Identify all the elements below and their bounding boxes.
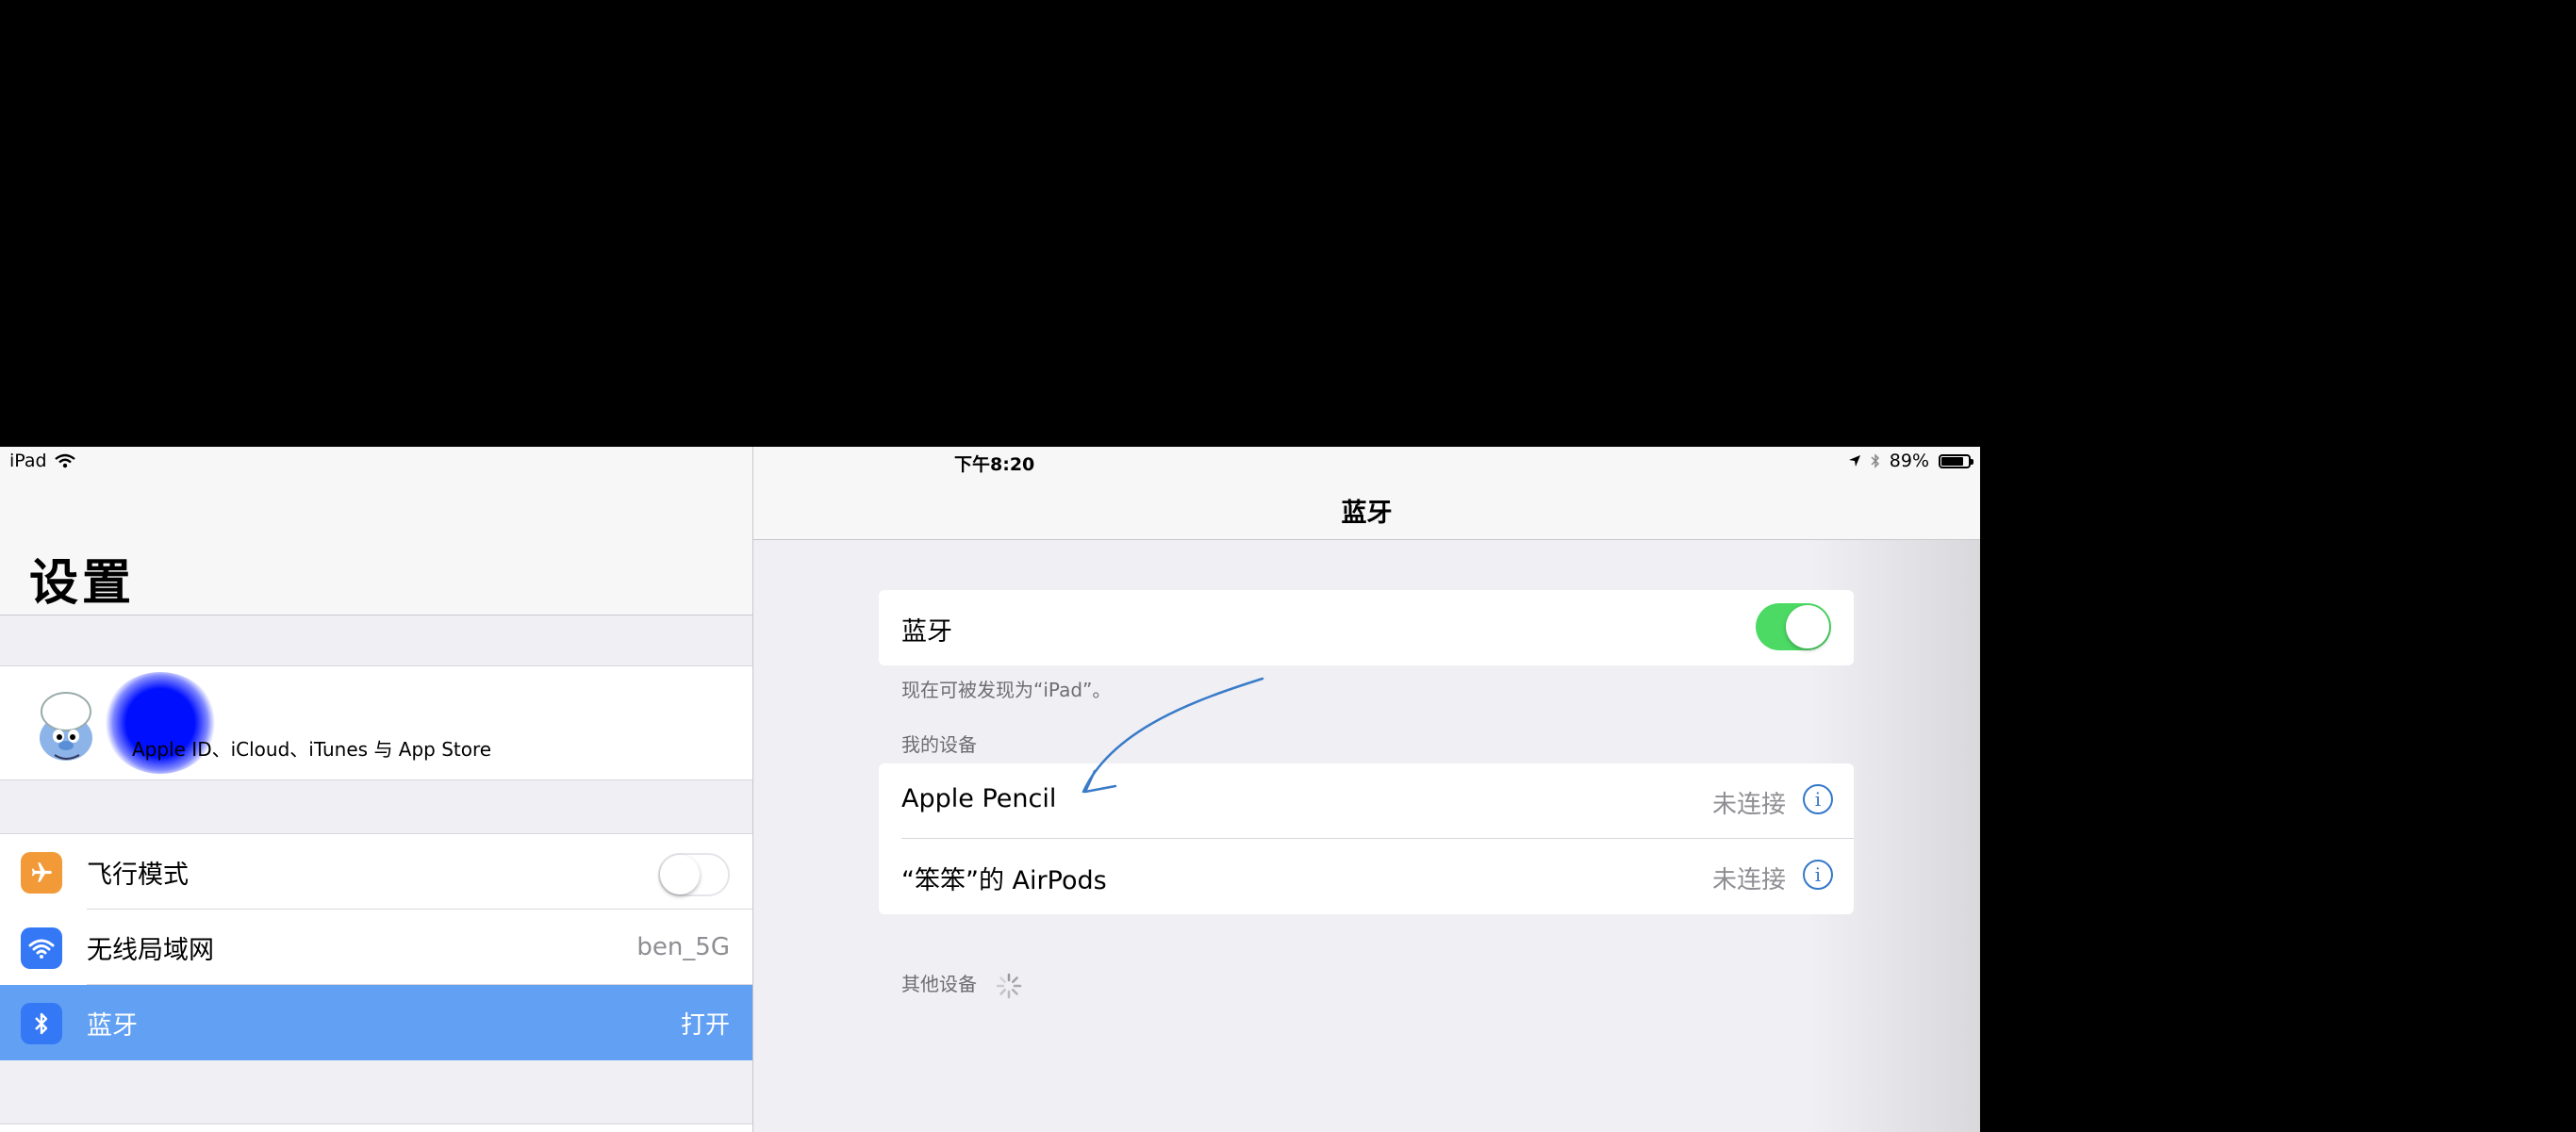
page-title: 设置 [29,555,136,612]
status-bar-left: iPad [9,451,75,471]
settings-group: 飞行模式 无线局域网 ben_5G 蓝牙 打开 [0,833,752,1060]
battery-icon [1939,453,1973,468]
avatar [40,692,92,761]
airplane-mode-toggle[interactable] [658,853,730,896]
next-settings-group [0,1124,752,1132]
toggle-knob [660,855,700,894]
bluetooth-state-value: 打开 [680,1010,730,1040]
bluetooth-status-icon [1871,453,1879,468]
wifi-signal-icon [54,453,75,468]
airplane-icon [21,852,62,894]
clock: 下午8:20 [954,454,1035,475]
status-bar: iPad 下午8:20 89% [0,447,1980,475]
sidebar-item-airplane-mode[interactable]: 飞行模式 [0,834,752,910]
account-row[interactable]: Apple ID、iCloud、iTunes 与 App Store [0,665,752,780]
sidebar-item-bluetooth[interactable]: 蓝牙 打开 [0,985,752,1060]
location-arrow-icon [1848,455,1860,467]
wifi-network-value: ben_5G [636,933,730,961]
settings-sidebar: 设置 Apple ID、iCloud、iTunes 与 App Store 飞行… [0,447,753,1132]
hand-drawn-arrow-annotation [1082,677,1264,794]
bluetooth-detail-pane: 蓝牙 蓝牙 现在可被发现为“iPad”。 我的设备 Apple Pencil 未… [753,447,1980,1132]
wifi-icon [21,927,62,969]
ipad-screen: 设置 Apple ID、iCloud、iTunes 与 App Store 飞行… [0,447,1980,1132]
sidebar-item-label: 无线局域网 [87,935,214,965]
battery-level [1941,456,1963,466]
bluetooth-icon [21,1003,62,1044]
sidebar-item-label: 蓝牙 [87,1010,138,1041]
account-subtitle: Apple ID、iCloud、iTunes 与 App Store [132,738,492,761]
device-name: iPad [9,451,47,471]
sidebar-item-label: 飞行模式 [87,860,189,890]
battery-percent: 89% [1889,451,1929,471]
sidebar-item-wifi[interactable]: 无线局域网 ben_5G [0,910,752,985]
status-bar-right: 89% [1848,451,1973,471]
